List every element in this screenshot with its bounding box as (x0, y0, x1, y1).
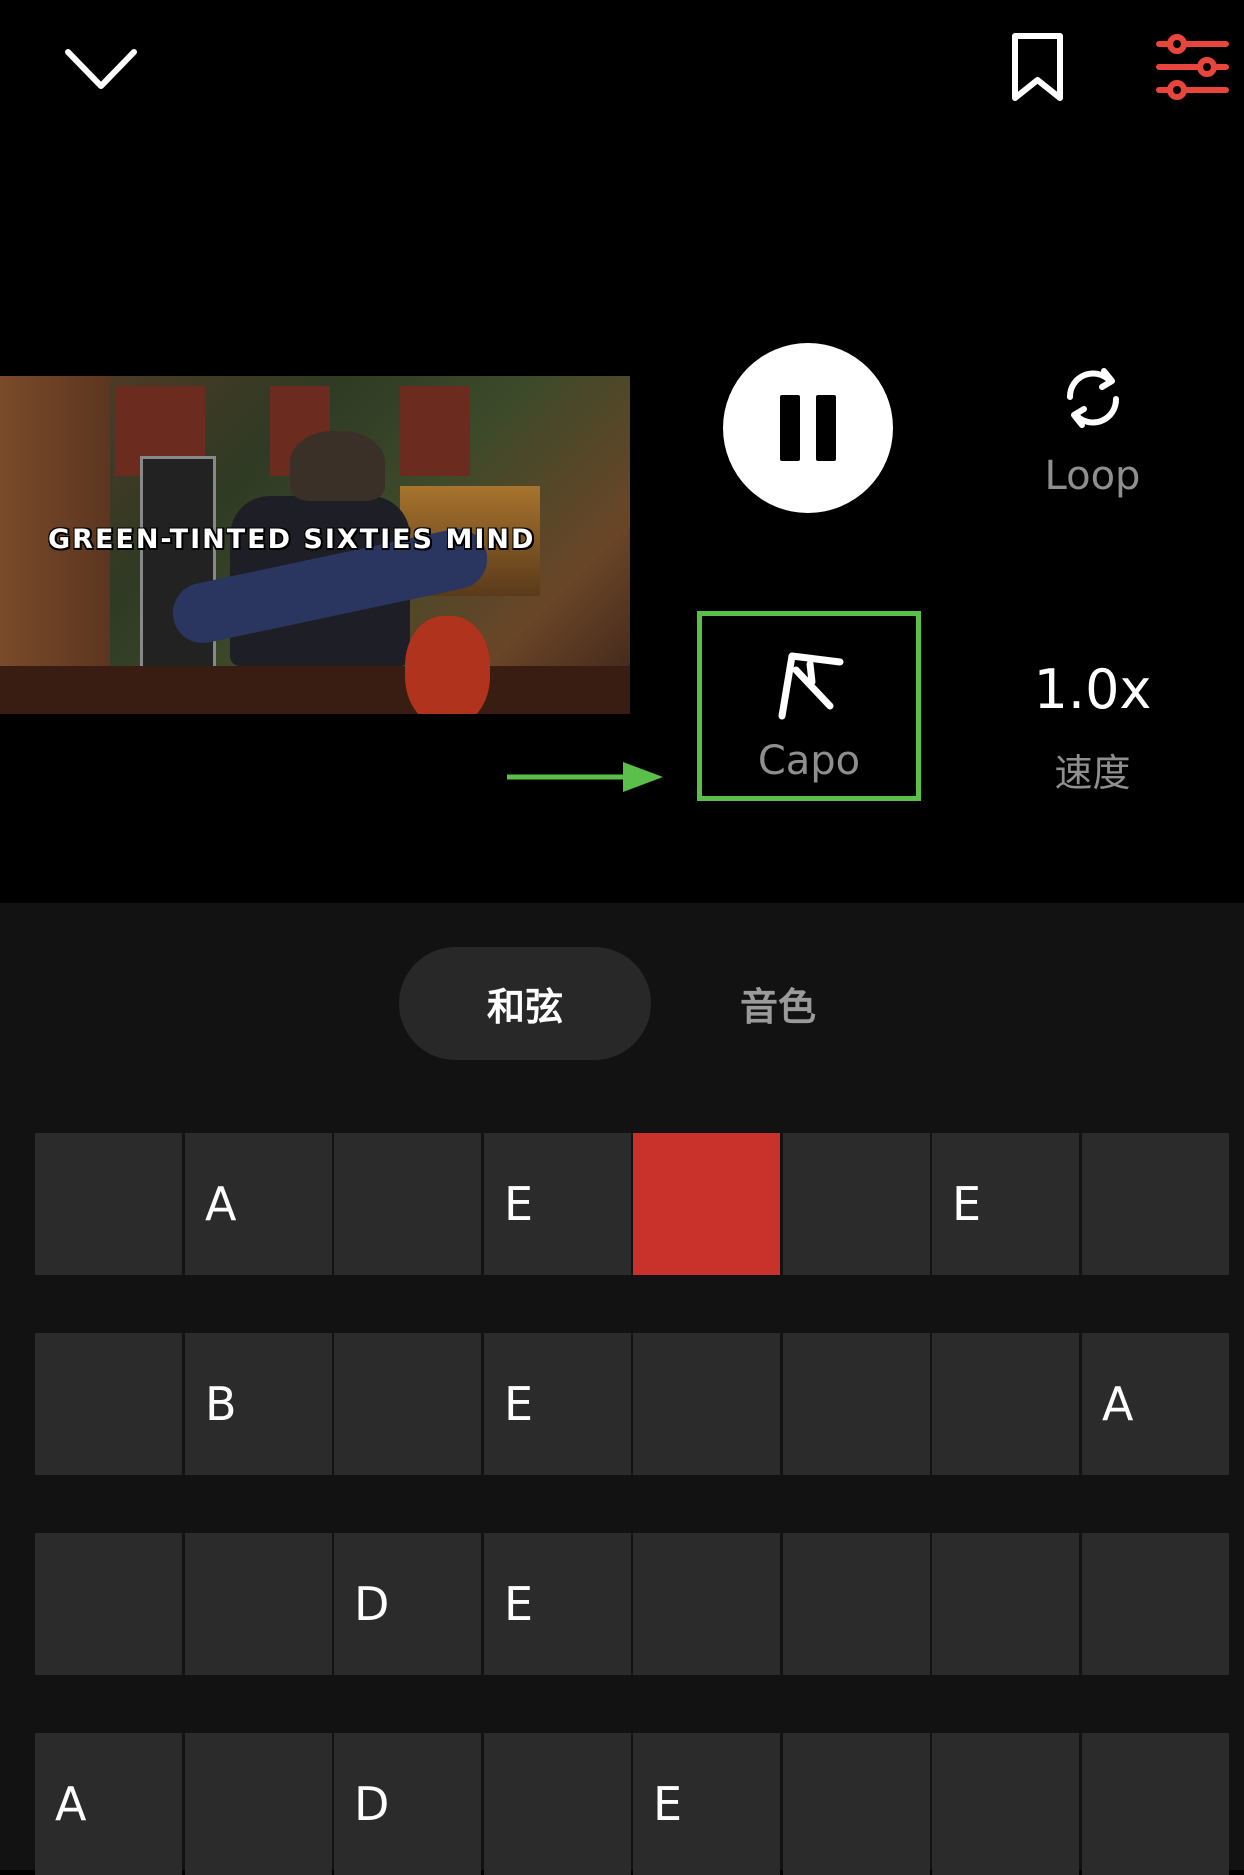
chord-cell[interactable] (932, 1533, 1079, 1675)
chord-cell[interactable]: B (185, 1333, 332, 1475)
chord-label: A (55, 1777, 87, 1831)
chord-cell[interactable] (633, 1533, 780, 1675)
sliders-icon (1156, 34, 1229, 100)
chord-cell[interactable] (633, 1133, 780, 1275)
chord-cell[interactable] (484, 1733, 631, 1875)
settings-button[interactable] (1155, 30, 1230, 105)
chord-cell[interactable] (783, 1333, 930, 1475)
chord-label: A (1102, 1377, 1134, 1431)
chord-cell[interactable] (1082, 1133, 1229, 1275)
speed-button[interactable]: 1.0x 速度 (1020, 650, 1165, 800)
chord-cell[interactable] (783, 1533, 930, 1675)
bookmark-button[interactable] (1005, 30, 1070, 105)
chord-label: E (504, 1577, 534, 1631)
tab-tone[interactable]: 音色 (652, 947, 904, 1060)
chord-cell[interactable] (783, 1733, 930, 1875)
chord-label: E (952, 1177, 982, 1231)
chord-cell[interactable]: A (185, 1133, 332, 1275)
loop-button[interactable]: Loop (1020, 355, 1165, 505)
chord-label: E (504, 1377, 534, 1431)
chord-cell[interactable] (35, 1533, 182, 1675)
chord-cell[interactable]: E (633, 1733, 780, 1875)
chord-cell[interactable] (334, 1333, 481, 1475)
video-caption: GREEN-TINTED SIXTIES MIND (48, 524, 536, 555)
chord-label: A (205, 1177, 237, 1231)
speed-value: 1.0x (1033, 658, 1152, 721)
chord-cell[interactable] (1082, 1533, 1229, 1675)
speed-label: 速度 (1054, 751, 1131, 795)
chord-cell[interactable]: A (35, 1733, 182, 1875)
chord-label: D (354, 1777, 390, 1831)
chord-cell[interactable] (932, 1733, 1079, 1875)
loop-icon (1066, 368, 1120, 428)
video-scene-person-head (290, 431, 385, 501)
video-scene-panel (400, 386, 470, 476)
chord-cell[interactable] (1082, 1733, 1229, 1875)
chord-cell[interactable]: E (484, 1333, 631, 1475)
capo-button[interactable]: Capo (702, 616, 916, 796)
chevron-down-icon (65, 49, 137, 89)
chord-label: D (354, 1577, 390, 1631)
tab-chords[interactable]: 和弦 (399, 947, 651, 1060)
video-scene-guitar-red (405, 616, 490, 714)
chord-cell[interactable]: E (484, 1533, 631, 1675)
video-scene-shelf (140, 456, 216, 692)
chord-cell[interactable]: A (1082, 1333, 1229, 1475)
chord-cell[interactable]: E (484, 1133, 631, 1275)
chord-cell[interactable] (783, 1133, 930, 1275)
chord-cell[interactable]: D (334, 1533, 481, 1675)
chord-cell[interactable] (185, 1733, 332, 1875)
chord-cell[interactable]: E (932, 1133, 1079, 1275)
chord-cell[interactable] (633, 1333, 780, 1475)
video-player[interactable]: GREEN-TINTED SIXTIES MIND (0, 376, 630, 714)
chord-cell[interactable] (334, 1133, 481, 1275)
pause-button[interactable] (723, 343, 893, 513)
capo-icon (778, 652, 844, 720)
chord-cell[interactable] (35, 1133, 182, 1275)
chord-label: B (205, 1377, 237, 1431)
chord-cell[interactable] (932, 1333, 1079, 1475)
video-scene-floor (0, 666, 630, 714)
chord-cell[interactable] (185, 1533, 332, 1675)
chord-cell[interactable] (35, 1333, 182, 1475)
bookmark-icon (1012, 33, 1063, 101)
chord-label: E (653, 1777, 683, 1831)
chord-cell[interactable]: D (334, 1733, 481, 1875)
chord-label: E (504, 1177, 534, 1231)
arrow-right-icon (507, 762, 663, 792)
loop-label: Loop (1044, 453, 1141, 499)
collapse-button[interactable] (60, 40, 142, 100)
capo-label: Capo (757, 738, 861, 784)
